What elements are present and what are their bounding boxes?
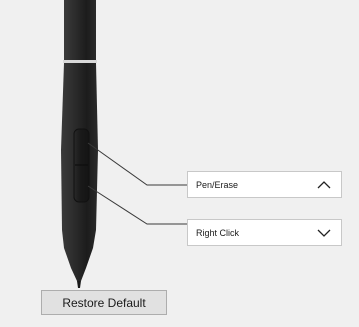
upper-button-function-value: Pen/Erase — [196, 179, 239, 190]
upper-button-function-dropdown[interactable]: Pen/Erase — [187, 171, 342, 198]
stylus-illustration — [61, 0, 189, 288]
upper-button-leader-line — [87, 142, 189, 186]
pen-nib — [77, 281, 81, 288]
pen-settings-panel: Pen/Erase Right Click Restore Default — [0, 0, 359, 327]
chevron-down-icon — [313, 220, 335, 245]
chevron-up-icon — [313, 172, 335, 197]
lower-button-function-dropdown[interactable]: Right Click — [187, 219, 342, 246]
restore-default-button[interactable]: Restore Default — [41, 290, 167, 315]
pen-upper-barrel — [64, 0, 96, 62]
pen-silver-ring — [63, 60, 97, 63]
lower-button-function-value: Right Click — [196, 227, 240, 238]
lower-button-leader-line — [87, 185, 189, 225]
